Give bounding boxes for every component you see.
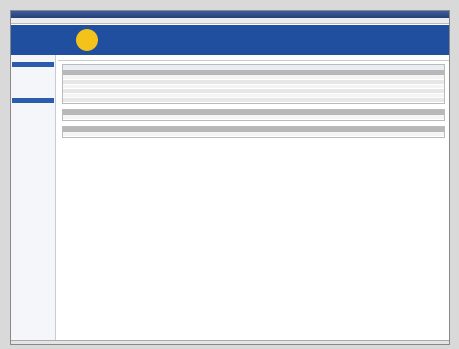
table-row[interactable] (63, 97, 444, 104)
table-cell (215, 97, 254, 104)
main-content (58, 55, 449, 344)
sidebar-item-active[interactable] (12, 62, 54, 67)
table-cell (405, 97, 444, 104)
table-cell (253, 97, 292, 104)
table-cell (291, 132, 368, 138)
table-cell (63, 97, 102, 104)
table-row[interactable] (63, 115, 444, 121)
table-cell (139, 97, 178, 104)
table-cell (63, 132, 140, 138)
summary-panel (62, 126, 445, 139)
table-cell (301, 115, 349, 121)
sun-logo-icon (76, 29, 98, 51)
sidebar-item[interactable] (12, 68, 54, 73)
title-bar (11, 11, 449, 18)
table-cell (101, 97, 140, 104)
table-cell (396, 115, 444, 121)
header-banner (11, 25, 449, 55)
results-panel (62, 64, 445, 105)
sidebar-item[interactable] (12, 86, 54, 91)
status-bar (11, 340, 449, 344)
table-row[interactable] (63, 132, 444, 138)
results-table (63, 70, 444, 104)
table-cell (291, 97, 330, 104)
application-window (10, 10, 450, 345)
table-cell (205, 115, 254, 121)
details-panel (62, 109, 445, 122)
sidebar-item[interactable] (12, 56, 54, 61)
table-cell (110, 115, 159, 121)
table-cell (367, 132, 444, 138)
table-cell (158, 115, 206, 121)
table-cell (329, 97, 368, 104)
table-cell (367, 97, 406, 104)
sidebar (11, 55, 56, 344)
details-table (63, 110, 444, 121)
sidebar-item[interactable] (12, 92, 54, 97)
summary-table (63, 127, 444, 138)
table-cell (348, 115, 397, 121)
table-cell (139, 132, 216, 138)
breadcrumb (58, 55, 449, 61)
sidebar-item[interactable] (12, 80, 54, 85)
table-cell (215, 132, 292, 138)
sidebar-item[interactable] (12, 74, 54, 79)
table-cell (177, 97, 216, 104)
sidebar-item-active[interactable] (12, 98, 54, 103)
table-cell (63, 115, 111, 121)
table-cell (253, 115, 302, 121)
menu-bar (11, 18, 449, 24)
